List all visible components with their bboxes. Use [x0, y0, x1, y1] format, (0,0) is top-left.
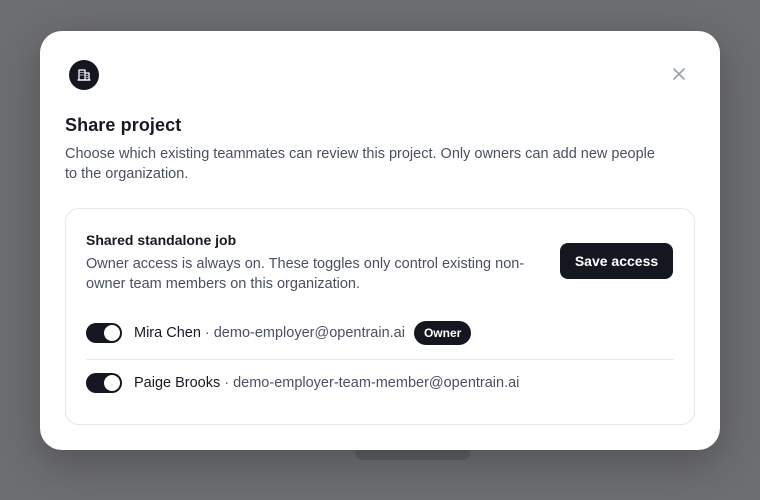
toggle-knob	[104, 374, 120, 391]
member-name: Mira Chen	[134, 325, 201, 341]
building-icon	[69, 60, 99, 90]
member-access-toggle[interactable]	[86, 372, 122, 393]
card-description: Owner access is always on. These toggles…	[86, 256, 525, 292]
close-button[interactable]	[670, 65, 688, 83]
toggle-knob	[104, 325, 120, 341]
member-email: demo-employer-team-member@opentrain.ai	[233, 374, 520, 391]
member-email: demo-employer@opentrain.ai	[213, 325, 405, 341]
save-access-button[interactable]: Save access	[560, 243, 673, 279]
share-project-dialog: Share project Choose which existing team…	[40, 31, 720, 450]
card-title: Shared standalone job	[86, 232, 237, 248]
member-row: Mira Chen · demo-employer@opentrain.ai O…	[86, 310, 674, 356]
member-separator: ·	[204, 325, 210, 341]
member-separator: ·	[224, 374, 230, 391]
owner-badge: Owner	[413, 321, 472, 345]
access-card: Shared standalone job Owner access is al…	[65, 208, 695, 425]
close-icon	[673, 68, 685, 80]
member-name: Paige Brooks	[134, 374, 221, 391]
member-access-toggle[interactable]	[86, 323, 122, 343]
dialog-description: Choose which existing teammates can revi…	[65, 146, 655, 182]
dialog-title: Share project	[65, 115, 182, 135]
member-row: Paige Brooks · demo-employer-team-member…	[86, 359, 674, 405]
